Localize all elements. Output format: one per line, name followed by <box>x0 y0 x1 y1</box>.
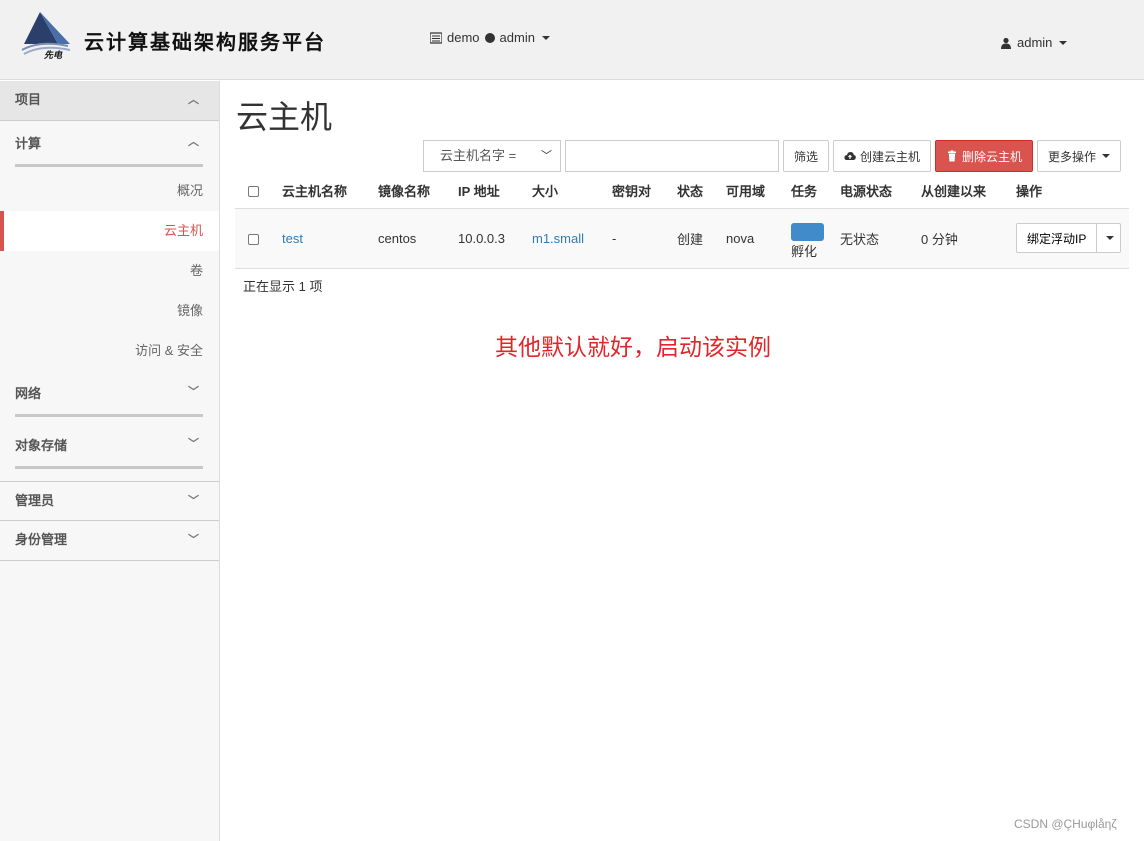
top-header: 先电 云计算基础架构服务平台 demo admin admin <box>0 0 1144 80</box>
item-count: 正在显示 1 项 <box>243 279 323 294</box>
table-header-row: 云主机名称 镜像名称 IP 地址 大小 密钥对 状态 可用域 任务 电源状态 从… <box>235 174 1129 209</box>
column-header-name[interactable]: 云主机名称 <box>278 174 374 209</box>
select-all-cell <box>235 174 278 209</box>
filter-button-label: 筛选 <box>794 149 819 164</box>
user-name: admin <box>1017 35 1053 50</box>
row-action-group: 绑定浮动IP <box>1016 223 1125 253</box>
filter-field-select[interactable]: 云主机名字 = ﹀ <box>423 140 561 172</box>
chevron-down-icon: ﹀ <box>188 438 199 450</box>
column-header-task[interactable]: 任务 <box>787 174 836 209</box>
watermark: CSDN @ÇHuφlåηζ <box>1014 817 1117 831</box>
sidebar-item-volumes[interactable]: 卷 <box>0 251 219 291</box>
sidebar-group-label: 计算 <box>15 136 42 151</box>
table-row: test centos 10.0.0.3 m1.small - 创建 nova … <box>235 208 1129 269</box>
sidebar-group-compute[interactable]: 计算 ︿ <box>0 121 219 167</box>
chevron-up-icon: ︿ <box>188 94 199 106</box>
column-header-status[interactable]: 状态 <box>673 174 722 209</box>
chevron-down-icon: ﹀ <box>188 386 199 398</box>
column-header-zone[interactable]: 可用域 <box>722 174 787 209</box>
column-header-size[interactable]: 大小 <box>528 174 608 209</box>
group-underline <box>15 414 203 417</box>
task-label: 孵化 <box>791 243 818 259</box>
delete-instance-button[interactable]: 删除云主机 <box>935 140 1034 172</box>
instance-name-cell: test <box>278 208 374 269</box>
task-progress-bar <box>791 222 824 241</box>
project-name: demo <box>447 30 480 45</box>
sidebar: 项目 ︿ 计算 ︿ 概况 云主机 卷 镜像 访问 & 安全 网络 ﹀ 对象存储 … <box>0 81 220 841</box>
page-title: 云主机 <box>236 99 333 135</box>
server-icon <box>430 31 442 44</box>
flavor-link[interactable]: m1.small <box>532 231 584 246</box>
column-header-actions: 操作 <box>1012 174 1129 209</box>
chevron-down-icon: ﹀ <box>188 534 199 546</box>
chevron-down-icon: ﹀ <box>188 495 199 507</box>
status-cell: 创建 <box>673 208 722 269</box>
create-button-label: 创建云主机 <box>860 149 921 164</box>
sidebar-group-label: 网络 <box>15 386 42 401</box>
sidebar-section-admin[interactable]: 管理员 ﹀ <box>0 481 219 521</box>
cloud-upload-icon <box>844 152 856 160</box>
column-header-power[interactable]: 电源状态 <box>836 174 917 209</box>
instances-table: 云主机名称 镜像名称 IP 地址 大小 密钥对 状态 可用域 任务 电源状态 从… <box>235 174 1129 269</box>
sidebar-section-identity[interactable]: 身份管理 ﹀ <box>0 521 219 561</box>
keypair-cell: - <box>608 208 673 269</box>
group-underline <box>15 164 203 167</box>
instance-name-link[interactable]: test <box>282 231 303 246</box>
size-cell: m1.small <box>528 208 608 269</box>
brand-logo-icon[interactable]: 先电 <box>20 10 74 61</box>
instruction-annotation: 其他默认就好，启动该实例 <box>495 334 771 360</box>
delete-button-label: 删除云主机 <box>962 149 1023 164</box>
column-header-image[interactable]: 镜像名称 <box>374 174 454 209</box>
user-icon <box>1001 37 1011 49</box>
age-cell: 0 分钟 <box>917 208 1012 269</box>
sidebar-section-project[interactable]: 项目 ︿ <box>0 81 219 121</box>
image-name-cell: centos <box>374 208 454 269</box>
project-user: admin <box>499 30 535 45</box>
filter-select-value: 云主机名字 = <box>440 148 517 163</box>
filter-input[interactable] <box>565 140 779 172</box>
sidebar-group-label: 对象存储 <box>15 438 68 453</box>
zone-cell: nova <box>722 208 787 269</box>
sidebar-section-label: 项目 <box>15 92 42 107</box>
row-checkbox[interactable] <box>248 233 259 245</box>
separator-dot-icon <box>484 32 495 43</box>
ip-address-cell: 10.0.0.3 <box>454 208 528 269</box>
caret-down-icon <box>1059 40 1068 45</box>
select-all-checkbox[interactable] <box>248 186 259 198</box>
filter-button[interactable]: 筛选 <box>783 140 830 172</box>
sidebar-item-images[interactable]: 镜像 <box>0 291 219 331</box>
caret-down-icon <box>541 35 550 40</box>
project-switcher[interactable]: demo admin <box>430 30 550 45</box>
sidebar-section-label: 身份管理 <box>15 532 68 547</box>
row-select-cell <box>235 208 278 269</box>
column-header-keypair[interactable]: 密钥对 <box>608 174 673 209</box>
sidebar-section-label: 管理员 <box>15 493 55 508</box>
trash-icon <box>948 150 957 162</box>
sidebar-group-network[interactable]: 网络 ﹀ <box>0 371 219 417</box>
logo-text: 先电 <box>44 50 63 60</box>
sidebar-item-overview[interactable]: 概况 <box>0 171 219 211</box>
caret-down-icon <box>1102 154 1111 158</box>
user-menu[interactable]: admin <box>1000 35 1068 50</box>
sidebar-item-instances[interactable]: 云主机 <box>0 211 219 251</box>
brand-title: 云计算基础架构服务平台 <box>84 30 326 54</box>
chevron-down-icon: ﹀ <box>541 150 552 162</box>
column-header-age[interactable]: 从创建以来 <box>917 174 1012 209</box>
power-state-cell: 无状态 <box>836 208 917 269</box>
table-toolbar: 云主机名字 = ﹀ 筛选 创建云主机 删除云主机 更多操作 <box>423 140 1122 172</box>
group-underline <box>15 466 203 469</box>
task-cell: 孵化 <box>787 208 836 269</box>
chevron-up-icon: ︿ <box>188 136 199 148</box>
sidebar-item-access-security[interactable]: 访问 & 安全 <box>0 331 219 371</box>
caret-down-icon <box>1105 236 1114 240</box>
create-instance-button[interactable]: 创建云主机 <box>833 140 932 172</box>
row-actions-dropdown-toggle[interactable] <box>1097 223 1122 253</box>
column-header-ip[interactable]: IP 地址 <box>454 174 528 209</box>
more-actions-button[interactable]: 更多操作 <box>1037 140 1122 172</box>
more-button-label: 更多操作 <box>1048 149 1097 164</box>
actions-cell: 绑定浮动IP <box>1012 208 1129 269</box>
sidebar-group-object-storage[interactable]: 对象存储 ﹀ <box>0 423 219 469</box>
associate-floating-ip-button[interactable]: 绑定浮动IP <box>1016 223 1098 253</box>
